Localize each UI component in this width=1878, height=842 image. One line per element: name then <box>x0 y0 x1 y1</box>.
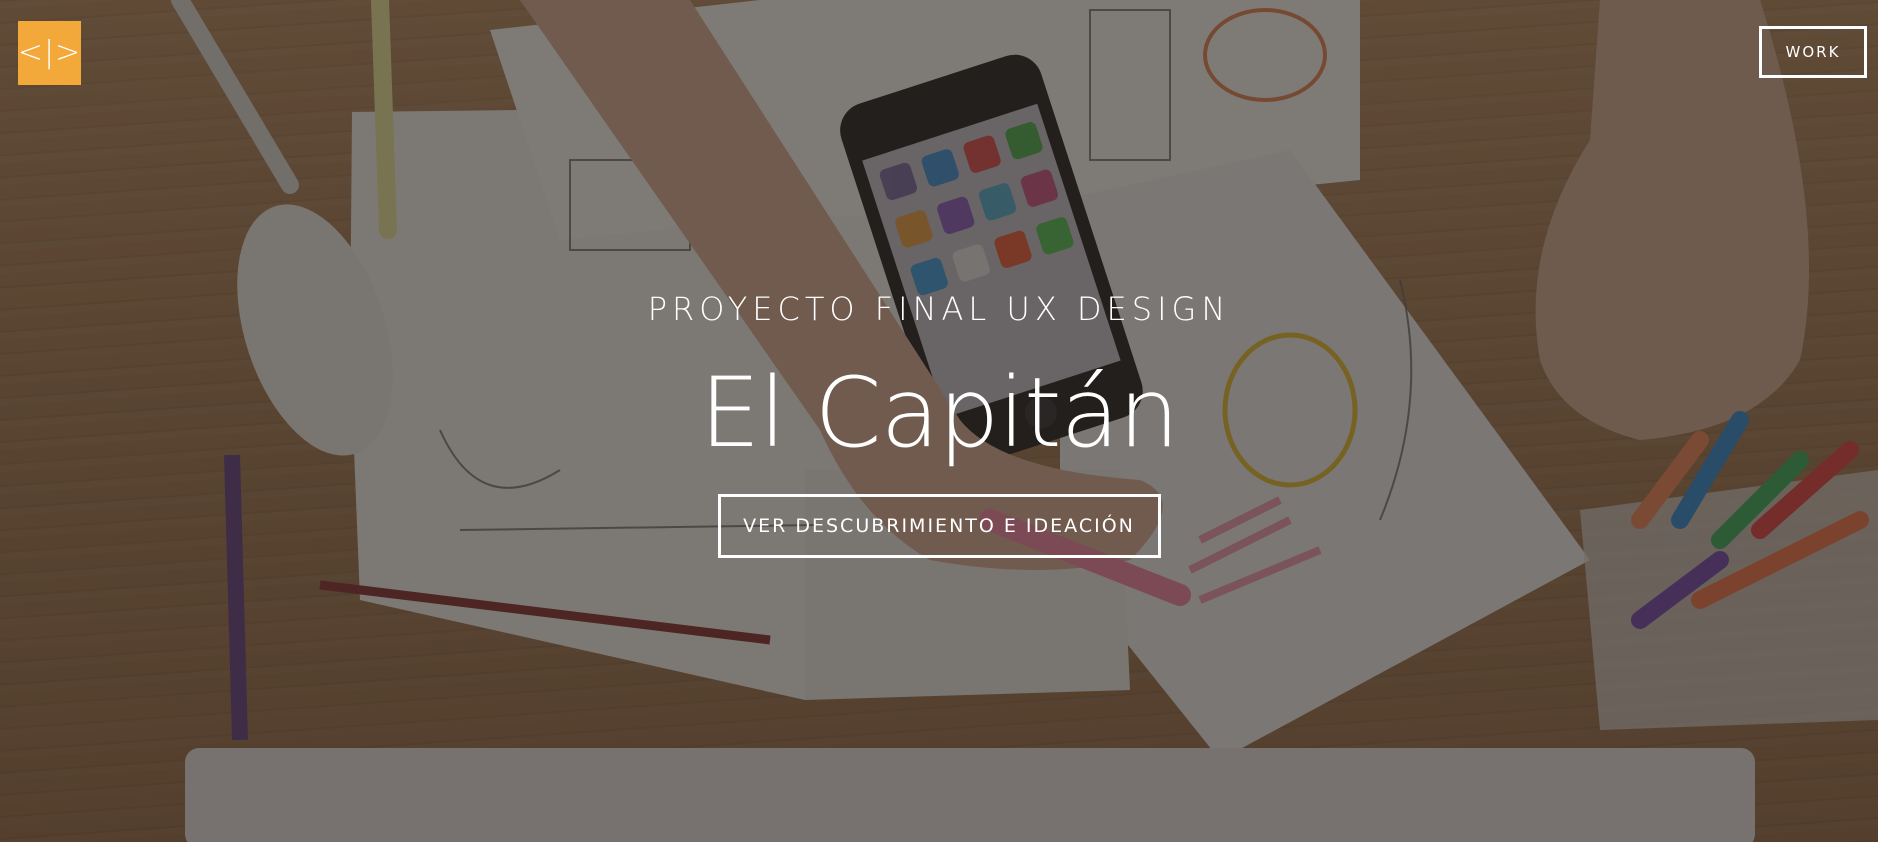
code-brackets-icon: <|> <box>17 35 82 70</box>
hero-content: PROYECTO FINAL UX DESIGN El Capitán VER … <box>0 286 1878 558</box>
hero-eyebrow: PROYECTO FINAL UX DESIGN <box>647 290 1231 328</box>
hero-title: El Capitán <box>699 357 1180 469</box>
logo-home-link[interactable]: <|> <box>18 21 81 85</box>
discovery-ideation-button[interactable]: VER DESCUBRIMIENTO E IDEACIÓN <box>717 494 1161 558</box>
hero-section: <|> WORK PROYECTO FINAL UX DESIGN El Cap… <box>0 0 1878 842</box>
work-button[interactable]: WORK <box>1759 26 1867 78</box>
